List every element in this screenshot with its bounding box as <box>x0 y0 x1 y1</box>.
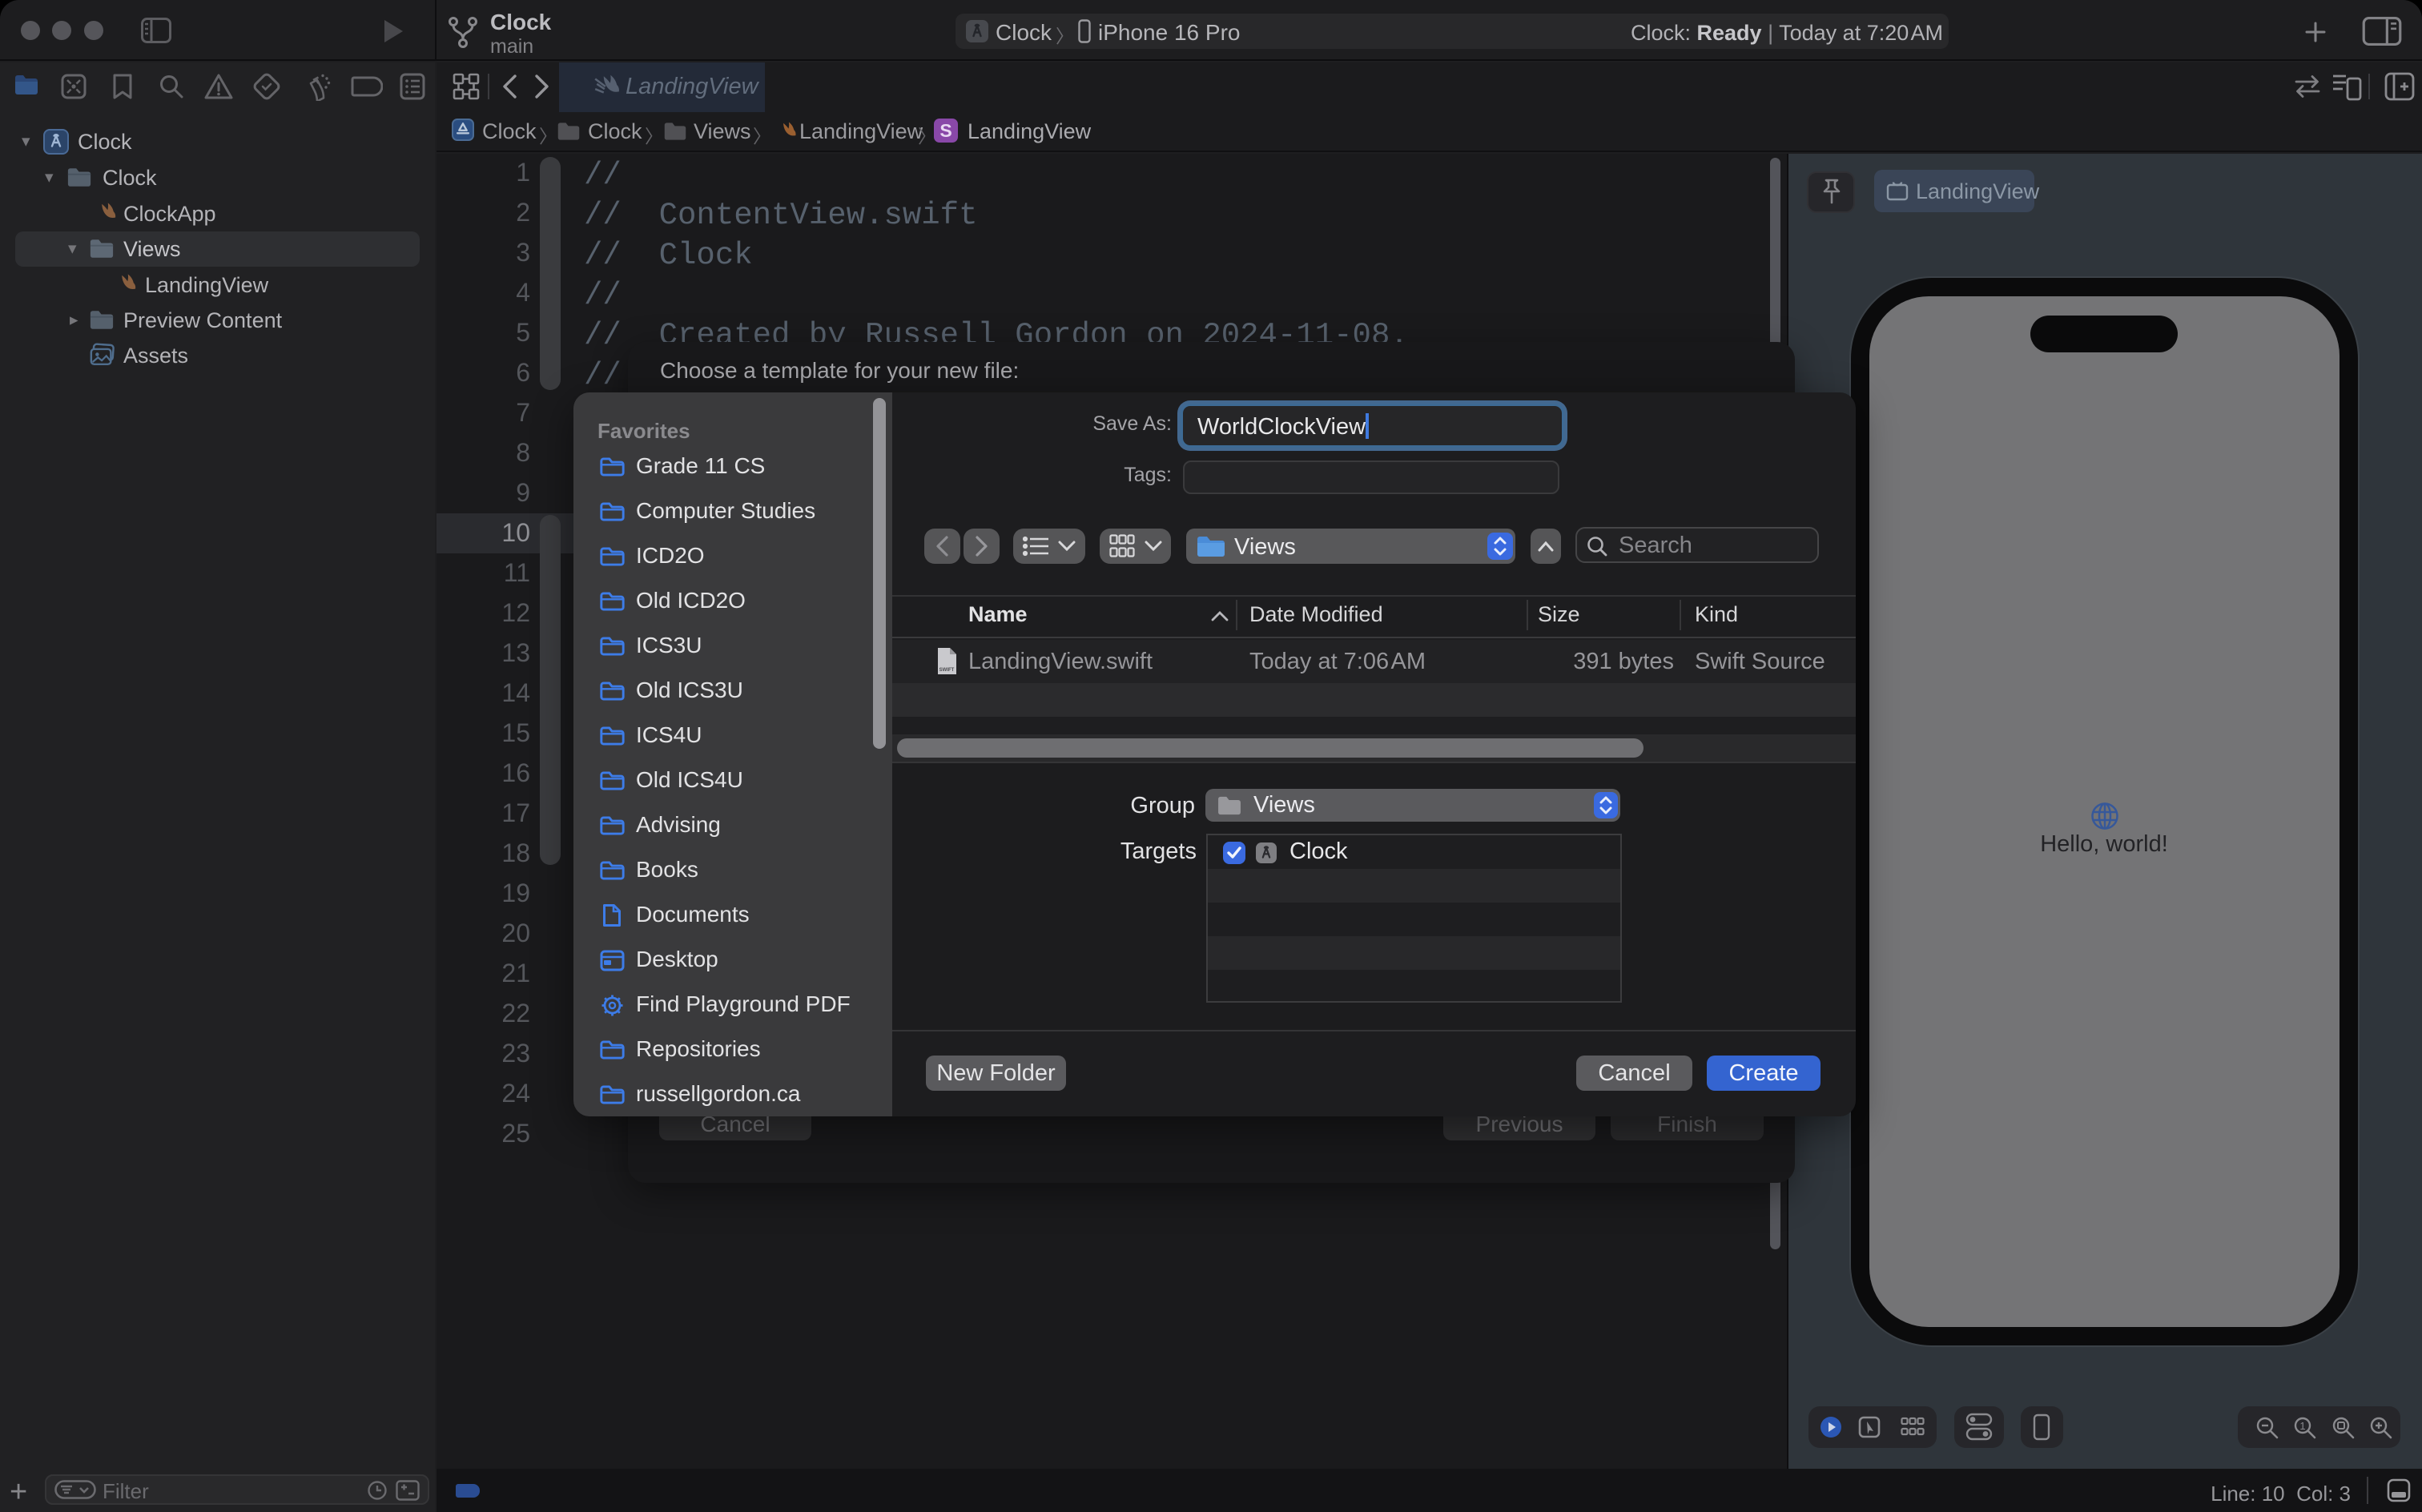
svg-text:SWIFT: SWIFT <box>939 668 955 673</box>
svg-text:1: 1 <box>2299 1420 2305 1432</box>
